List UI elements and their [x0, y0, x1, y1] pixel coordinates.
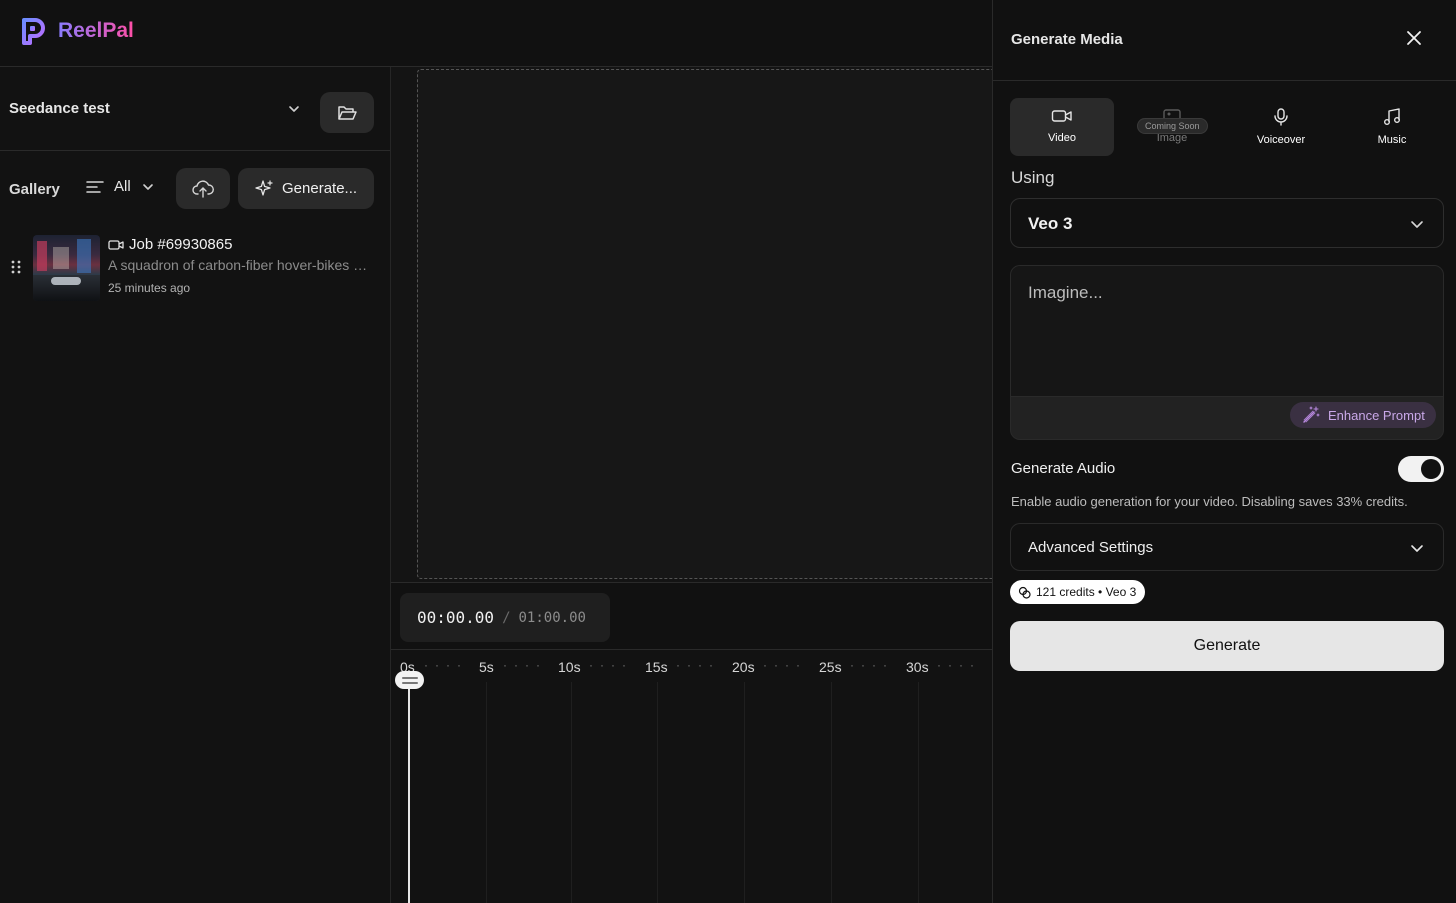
credits-label: 121 credits • Veo 3 — [1036, 585, 1137, 599]
chevron-down-icon[interactable] — [286, 101, 302, 117]
upload-button[interactable] — [176, 168, 230, 209]
total-time: 01:00.00 — [518, 609, 586, 626]
panel-header: Generate Media — [993, 0, 1456, 81]
tick-dots: ···· — [937, 658, 981, 672]
prompt-input[interactable]: Imagine... — [1011, 266, 1443, 397]
tick-dots: ···· — [763, 658, 807, 672]
current-time: 00:00.00 — [417, 608, 495, 627]
timeline-tick: 15s — [645, 659, 668, 675]
enhance-prompt-label: Enhance Prompt — [1328, 407, 1425, 423]
job-description: A squadron of carbon-fiber hover-bikes w… — [108, 257, 370, 273]
grid-line — [744, 682, 745, 903]
chevron-down-icon — [1411, 221, 1423, 228]
preview-area — [391, 67, 997, 582]
chevron-down-icon — [142, 183, 153, 190]
playhead-handle[interactable] — [395, 671, 424, 689]
drag-handle-icon[interactable] — [11, 260, 21, 274]
tab-image[interactable]: Coming Soon Image — [1120, 98, 1224, 156]
grid-line — [657, 682, 658, 903]
cloud-upload-icon — [192, 179, 214, 198]
timeline-tick: 25s — [819, 659, 842, 675]
model-select[interactable]: Veo 3 — [1010, 198, 1444, 248]
using-label: Using — [1011, 168, 1055, 187]
tab-label: Voiceover — [1256, 134, 1306, 146]
microphone-icon — [1274, 108, 1288, 126]
preview-canvas[interactable] — [417, 69, 997, 579]
time-separator: / — [502, 609, 511, 626]
app-name: ReelPal — [58, 19, 134, 42]
generate-button[interactable]: Generate — [1010, 621, 1444, 671]
grid-line — [918, 682, 919, 903]
advanced-settings-label: Advanced Settings — [1028, 539, 1154, 556]
generate-audio-description: Enable audio generation for your video. … — [1011, 494, 1408, 509]
media-type-tabs: Video Coming Soon Image Voiceover Music — [1010, 98, 1444, 156]
credits-badge: 121 credits • Veo 3 — [1010, 580, 1146, 604]
tick-dots: ···· — [589, 658, 633, 672]
sparkle-icon — [255, 179, 273, 196]
top-bar: ReelPal — [0, 0, 992, 67]
timeline[interactable]: 0s ···· 5s ···· 10s ···· 15s ···· 20s ··… — [391, 650, 992, 903]
tick-dots: ···· — [676, 658, 720, 672]
project-selector[interactable]: Seedance test — [0, 67, 390, 151]
tab-voiceover[interactable]: Voiceover — [1229, 98, 1333, 156]
generate-audio-toggle[interactable] — [1398, 456, 1444, 482]
gallery-label: Gallery — [9, 181, 60, 198]
timeline-tick: 20s — [732, 659, 755, 675]
filter-label: All — [114, 178, 131, 195]
gallery-filter[interactable]: All — [86, 178, 155, 195]
chevron-down-icon — [1411, 545, 1423, 552]
playhead-line — [408, 680, 410, 903]
coins-icon — [1018, 586, 1031, 599]
generate-menu-button[interactable]: Generate... — [238, 168, 374, 209]
close-icon[interactable] — [1405, 29, 1423, 47]
grid-line — [571, 682, 572, 903]
model-value: Veo 3 — [1028, 214, 1073, 233]
prompt-placeholder: Imagine... — [1028, 283, 1103, 302]
toggle-knob — [1421, 459, 1441, 479]
job-thumbnail[interactable] — [33, 235, 100, 301]
timeline-tick: 10s — [558, 659, 581, 675]
generate-menu-label: Generate... — [282, 180, 358, 197]
prompt-box: Imagine... Enhance Prompt — [1010, 265, 1444, 440]
tick-dots: ···· — [424, 658, 468, 672]
time-display: 00:00.00 / 01:00.00 — [400, 593, 610, 642]
job-title-row: Job #69930865 — [108, 236, 232, 253]
generate-media-panel: Generate Media Video Coming Soon Image V… — [992, 0, 1456, 903]
coming-soon-badge: Coming Soon — [1137, 118, 1208, 134]
project-name[interactable]: Seedance test — [9, 100, 110, 117]
tick-dots: ···· — [503, 658, 547, 672]
advanced-settings[interactable]: Advanced Settings — [1010, 523, 1444, 571]
job-timestamp: 25 minutes ago — [108, 281, 191, 295]
playback-bar: 00:00.00 / 01:00.00 — [391, 582, 992, 650]
tab-music[interactable]: Music — [1340, 98, 1444, 156]
tab-label: Video — [1048, 132, 1076, 144]
grid-line — [831, 682, 832, 903]
video-icon — [108, 239, 124, 250]
folder-open-icon — [338, 105, 357, 120]
open-folder-button[interactable] — [320, 92, 374, 133]
tab-label: Music — [1377, 134, 1407, 146]
timeline-tick: 30s — [906, 659, 929, 675]
panel-title: Generate Media — [1011, 31, 1123, 48]
gallery-toolbar: Gallery All Generate... — [0, 167, 390, 211]
reelpal-logo-icon — [22, 18, 45, 45]
generate-audio-label: Generate Audio — [1011, 460, 1116, 477]
enhance-prompt-button[interactable]: Enhance Prompt — [1290, 402, 1436, 428]
list-item[interactable]: Job #69930865 A squadron of carbon-fiber… — [0, 233, 390, 303]
app-logo[interactable]: ReelPal — [20, 16, 134, 46]
timeline-tick: 5s — [479, 659, 494, 675]
grid-line — [486, 682, 487, 903]
left-sidebar: Seedance test Gallery All Generate... Jo… — [0, 67, 391, 903]
music-note-icon — [1384, 108, 1400, 125]
generate-button-label: Generate — [1193, 637, 1261, 654]
magic-wand-icon — [1303, 406, 1320, 423]
job-title: Job #69930865 — [129, 236, 233, 253]
filter-list-icon — [86, 180, 104, 193]
tick-dots: ···· — [850, 658, 894, 672]
tab-video[interactable]: Video — [1010, 98, 1114, 156]
video-icon — [1051, 110, 1072, 122]
